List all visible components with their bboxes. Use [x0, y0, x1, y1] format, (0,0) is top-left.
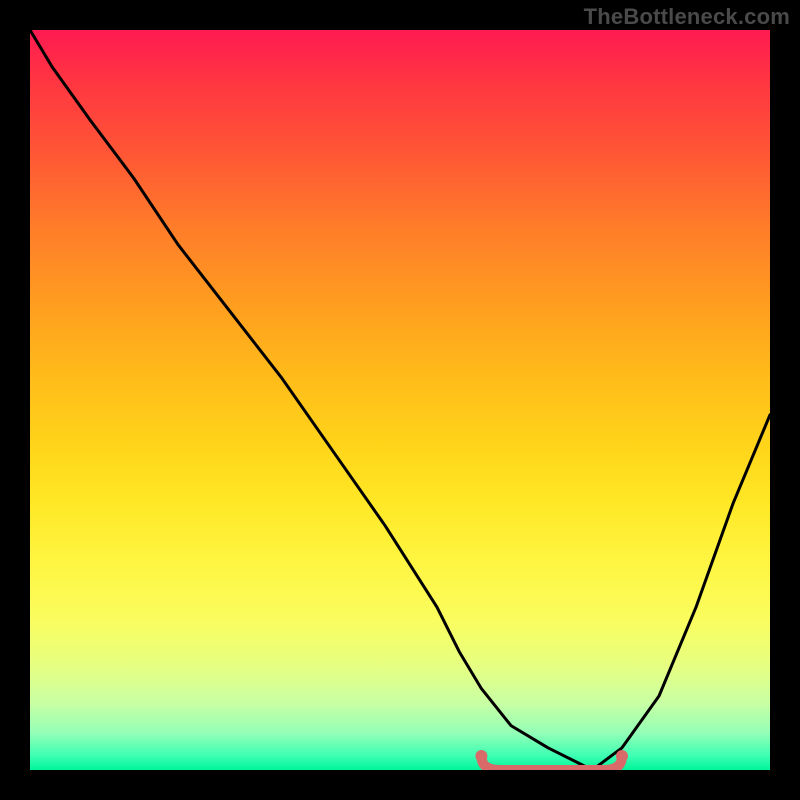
minimum-region-end-dot: [616, 750, 628, 762]
watermark-text: TheBottleneck.com: [584, 4, 790, 30]
chart-overlay: [30, 30, 770, 770]
chart-container: TheBottleneck.com: [0, 0, 800, 800]
plot-area: [30, 30, 770, 770]
minimum-region-start-dot: [475, 750, 487, 762]
bottleneck-curve: [30, 30, 770, 770]
